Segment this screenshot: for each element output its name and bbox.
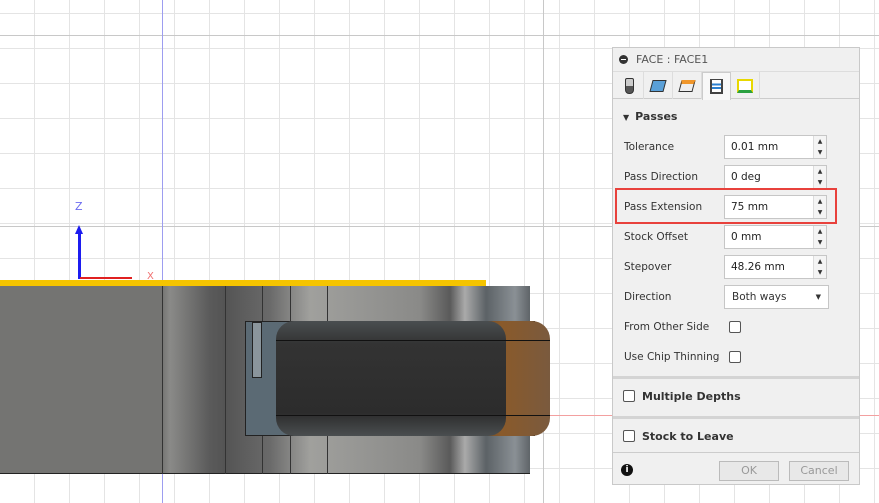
x-axis-label: X	[147, 271, 154, 282]
heights-icon	[678, 79, 696, 92]
use-chip-thinning-checkbox[interactable]	[729, 351, 741, 363]
direction-row: Direction Both ways ▼	[624, 285, 854, 309]
z-axis-label: Z	[75, 200, 83, 213]
stock-to-leave-section[interactable]: Stock to Leave	[623, 430, 734, 443]
x-axis-arrow	[80, 277, 132, 279]
stepover-input[interactable]: 48.26 mm ▲ ▼	[724, 255, 827, 279]
stock-offset-row: Stock Offset 0 mm ▲ ▼	[624, 225, 854, 249]
stock-to-leave-checkbox[interactable]	[623, 430, 635, 442]
tab-tool[interactable]	[615, 72, 644, 99]
stock-offset-spinner[interactable]: ▲ ▼	[813, 226, 826, 248]
face-operation-panel: FACE : FACE1 ▼ Passes Tolerance 0.01 mm ▲ ▼ …	[612, 47, 860, 485]
pass-extension-input[interactable]: 75 mm ▲ ▼	[724, 195, 827, 219]
from-other-side-checkbox[interactable]	[729, 321, 741, 333]
cancel-button[interactable]: Cancel	[789, 461, 849, 481]
tab-heights[interactable]	[673, 72, 702, 99]
pass-direction-spinner[interactable]: ▲ ▼	[813, 166, 826, 188]
tool-insert	[252, 322, 262, 378]
stepover-row: Stepover 48.26 mm ▲ ▼	[624, 255, 854, 279]
pass-direction-row: Pass Direction 0 deg ▲ ▼	[624, 165, 854, 189]
geometry-icon	[649, 79, 667, 92]
passes-section-header[interactable]: ▼ Passes	[623, 110, 677, 123]
panel-title: FACE : FACE1	[636, 53, 709, 66]
multiple-depths-section[interactable]: Multiple Depths	[623, 390, 741, 403]
tab-geometry[interactable]	[644, 72, 673, 99]
cutter	[276, 321, 506, 436]
ok-button[interactable]: OK	[719, 461, 779, 481]
divider	[613, 376, 859, 379]
tab-passes[interactable]	[702, 72, 731, 100]
z-axis-arrow	[78, 232, 81, 279]
face-selection	[0, 280, 486, 286]
stepover-spinner[interactable]: ▲ ▼	[813, 256, 826, 278]
passes-icon	[710, 79, 723, 94]
collapse-icon[interactable]	[619, 55, 628, 64]
direction-select[interactable]: Both ways ▼	[724, 285, 829, 309]
tool-icon	[624, 77, 634, 94]
dropdown-arrow-icon: ▼	[815, 293, 821, 301]
caret-down-icon: ▼	[623, 113, 630, 122]
tab-linking[interactable]	[731, 72, 760, 99]
stock-offset-input[interactable]: 0 mm ▲ ▼	[724, 225, 827, 249]
from-other-side-row: From Other Side	[624, 315, 854, 339]
divider	[613, 416, 859, 419]
linking-icon	[737, 78, 753, 93]
pass-direction-input[interactable]: 0 deg ▲ ▼	[724, 165, 827, 189]
use-chip-thinning-row: Use Chip Thinning	[624, 345, 854, 369]
tolerance-spinner[interactable]: ▲ ▼	[813, 136, 826, 158]
pass-extension-row: Pass Extension 75 mm ▲ ▼	[624, 195, 854, 219]
info-icon[interactable]: i	[621, 464, 633, 476]
multiple-depths-checkbox[interactable]	[623, 390, 635, 402]
tolerance-input[interactable]: 0.01 mm ▲ ▼	[724, 135, 827, 159]
tolerance-row: Tolerance 0.01 mm ▲ ▼	[624, 135, 854, 159]
pass-extension-spinner[interactable]: ▲ ▼	[813, 196, 826, 218]
